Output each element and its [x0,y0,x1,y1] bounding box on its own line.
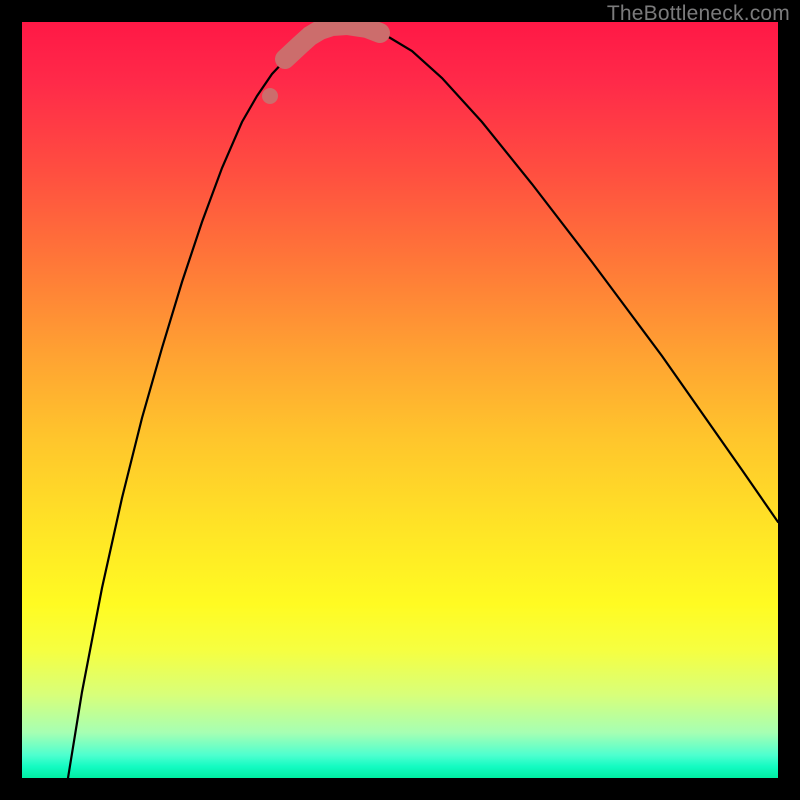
highlight-dot [262,88,278,104]
highlight-segment [285,25,380,59]
chart-frame [22,22,778,778]
chart-svg [22,22,778,778]
bottleneck-curve [68,25,778,778]
watermark-text: TheBottleneck.com [607,2,790,26]
